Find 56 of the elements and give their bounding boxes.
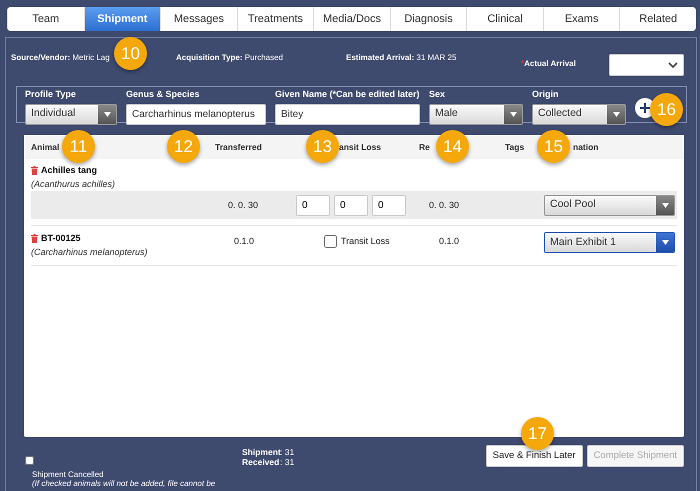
- callout-badge: 10: [114, 37, 147, 70]
- column-header: Re: [419, 142, 430, 152]
- input-field[interactable]: Carcharhinus melanopterus: [126, 104, 266, 124]
- caret-icon: [510, 112, 516, 116]
- column-header: Transferred: [215, 142, 262, 152]
- total-value: : 31: [280, 457, 294, 467]
- animal-name: Achilles tang: [41, 164, 98, 177]
- checkbox-label: Transit Loss: [341, 235, 390, 248]
- column-header: Tags: [505, 142, 524, 152]
- species-name: (Acanthurus achilles): [31, 178, 116, 191]
- caret-icon: [662, 240, 668, 245]
- checkbox-label: Shipment Cancelled: [32, 470, 105, 479]
- dropdown[interactable]: Collected: [532, 104, 626, 124]
- note-text: (If checked animals will not be added, file cannot be: [32, 479, 216, 488]
- cell-value: 0. 0. 30: [429, 200, 460, 210]
- field-label: Given Name (*Can be edited later): [275, 88, 420, 101]
- cell-value: 0. 0. 30: [228, 200, 258, 210]
- checkbox[interactable]: [25, 456, 34, 465]
- column-header: nation: [573, 142, 598, 152]
- species-name: (Carcharhinus melanopterus): [31, 246, 149, 259]
- field-label: Genus & Species: [126, 88, 201, 101]
- info-text: Source/Vendor: Metric Lag: [11, 53, 110, 62]
- field-label: Profile Type: [25, 88, 77, 101]
- chevron-icon: [668, 62, 678, 68]
- column-header: ansit Loss: [339, 142, 382, 152]
- callout-badge: 16: [650, 93, 683, 126]
- total-label: Received: [242, 457, 280, 467]
- input-field[interactable]: 0: [372, 194, 406, 216]
- plus-icon: [640, 103, 650, 113]
- dropdown[interactable]: Main Exhibit 1: [544, 232, 675, 253]
- total-label: Shipment: [242, 447, 280, 457]
- column-header: Animal: [31, 142, 60, 152]
- tab[interactable]: Shipment: [84, 7, 160, 31]
- save-button[interactable]: Save & Finish Later: [486, 445, 583, 467]
- field-label: Sex: [429, 88, 446, 101]
- caret-icon: [612, 112, 620, 116]
- dropdown[interactable]: Male: [429, 104, 523, 124]
- caret-icon: [104, 112, 110, 116]
- trash-icon[interactable]: [31, 234, 38, 244]
- caret-icon: [662, 202, 668, 208]
- animal-name: BT-00125: [41, 232, 81, 245]
- trash-icon[interactable]: [31, 166, 38, 176]
- info-text: Estimated Arrival: 31 MAR 25: [346, 53, 456, 62]
- dropdown[interactable]: Cool Pool: [544, 194, 675, 216]
- input-field[interactable]: Bitey: [275, 104, 420, 124]
- cell-value: 0.1.0: [234, 236, 254, 246]
- field-label: Origin: [532, 88, 560, 101]
- input-field[interactable]: 0: [334, 194, 368, 216]
- cell-value: 0.1.0: [439, 236, 460, 246]
- dropdown[interactable]: Individual: [25, 104, 117, 124]
- info-text: Acquisition Type: Purchased: [176, 53, 283, 62]
- total-value: : 31: [280, 447, 294, 457]
- checkbox[interactable]: [324, 235, 337, 248]
- input-field[interactable]: 0: [296, 194, 330, 216]
- tab[interactable]: Related: [619, 7, 696, 31]
- field-label: *Actual Arrival: [521, 58, 576, 70]
